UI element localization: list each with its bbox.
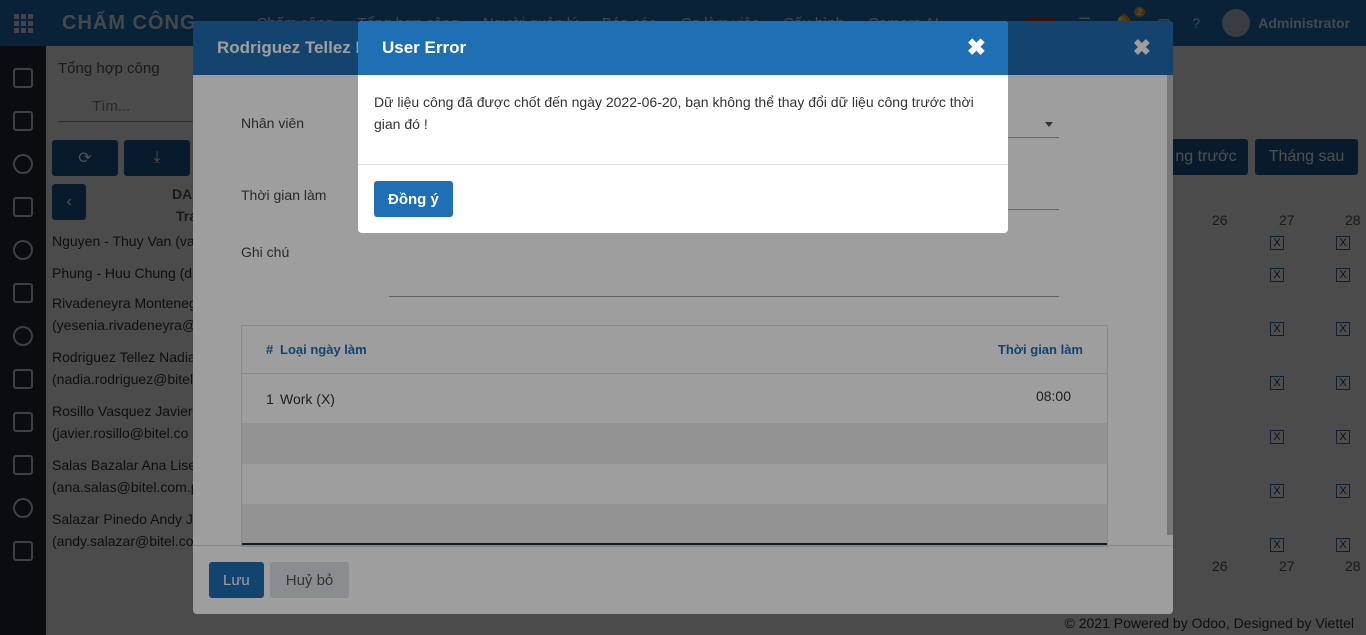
error-dialog-header: User Error ✖: [358, 21, 1008, 75]
close-icon[interactable]: ✖: [967, 34, 986, 61]
user-error-dialog: User Error ✖ Dữ liệu công đã được chốt đ…: [358, 21, 1008, 233]
error-dialog-footer: Đồng ý: [358, 165, 1008, 233]
ok-button[interactable]: Đồng ý: [374, 181, 453, 217]
error-message: Dữ liệu công đã được chốt đến ngày 2022-…: [358, 75, 1008, 165]
error-dialog-title: User Error: [382, 38, 467, 57]
